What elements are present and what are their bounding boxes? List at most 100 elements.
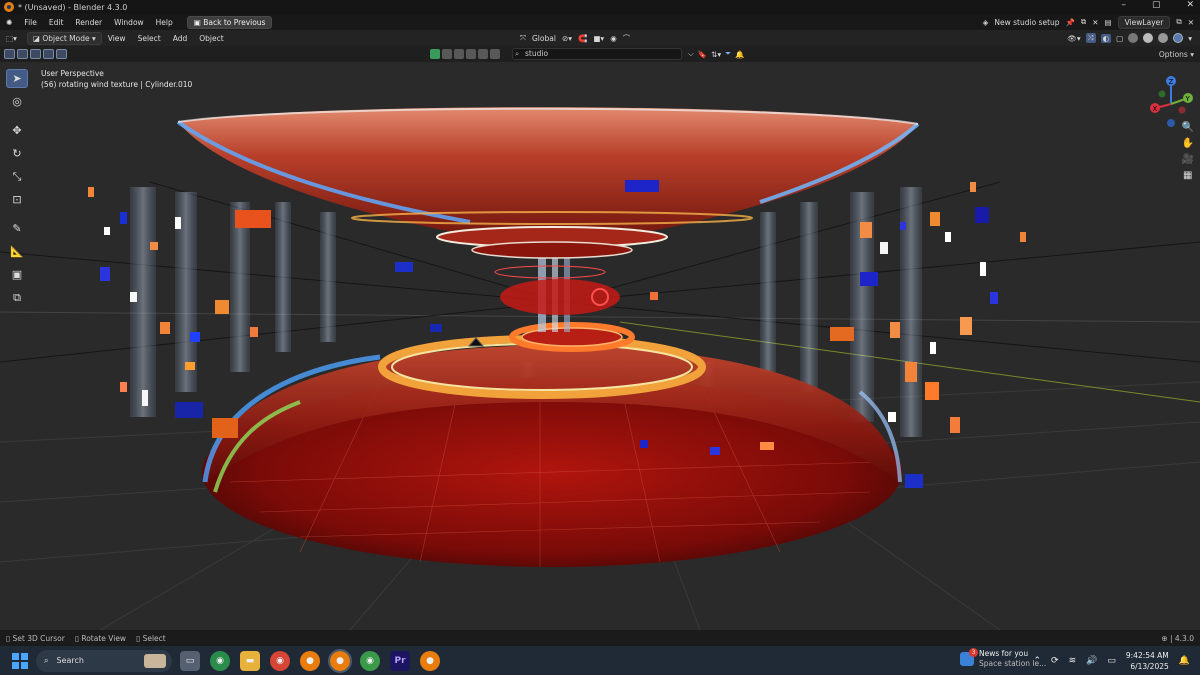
navigation-gizmo[interactable]: Z Y X (1146, 72, 1196, 128)
proportional-edit-icon[interactable]: ◉ (610, 34, 617, 43)
material-shading-icon[interactable] (1158, 33, 1169, 43)
notification-bell-icon[interactable]: 🔔 (735, 50, 744, 59)
camera-icon[interactable]: 🎥 (1182, 154, 1194, 165)
filter-icon-4[interactable] (466, 49, 476, 59)
volume-icon[interactable]: 🔊 (1086, 656, 1097, 666)
perspective-label: User Perspective (41, 69, 104, 78)
3d-viewport[interactable]: User Perspective (56) rotating wind text… (0, 62, 1200, 630)
windows-start-icon[interactable] (12, 652, 28, 669)
filter-funnel-icon[interactable]: ⏷ (725, 49, 731, 59)
select-intersect-icon[interactable] (56, 49, 67, 59)
menu-add[interactable]: Add (167, 34, 194, 43)
menu-object[interactable]: Object (193, 34, 229, 43)
filter-icon-1[interactable] (430, 49, 440, 59)
pivot-icon[interactable]: ⊘▾ (562, 34, 572, 43)
hand-pan-icon[interactable]: ✋ (1182, 138, 1194, 149)
premiere-pro-icon[interactable]: Pr (390, 650, 410, 671)
bookmark-icon[interactable]: 🔖 (698, 50, 707, 59)
menu-view[interactable]: View (102, 34, 132, 43)
back-to-previous-button[interactable]: ▣ Back to Previous (186, 15, 273, 29)
select-invert-icon[interactable] (43, 49, 54, 59)
remove-scene-icon[interactable]: ✕ (1092, 18, 1098, 27)
taskbar-search[interactable]: ⌕ Search (36, 649, 172, 672)
menu-render[interactable]: Render (69, 18, 108, 27)
shading-options-icon[interactable]: ▾ (1188, 34, 1192, 43)
chrome-profile-icon[interactable]: ◉ (210, 650, 230, 671)
blender-taskbar-icon-1[interactable]: ● (300, 650, 320, 671)
sort-icon[interactable]: ⇅▾ (711, 50, 721, 59)
copy-scene-icon[interactable]: ⧉ (1081, 17, 1086, 27)
filter-icon-3[interactable] (454, 49, 464, 59)
scale-tool[interactable]: ⤡ (6, 167, 28, 186)
menu-select[interactable]: Select (132, 34, 167, 43)
xray-icon[interactable]: ▢ (1116, 34, 1123, 43)
filter-icon-5[interactable] (478, 49, 488, 59)
status-hint-cursor-label: Set 3D Cursor (12, 633, 65, 643)
menu-window[interactable]: Window (108, 18, 150, 27)
snap-target-icon[interactable]: ■▾ (593, 34, 604, 43)
notifications-icon[interactable]: 🔔 (1179, 656, 1190, 666)
maximize-button[interactable]: ▢ (1152, 0, 1161, 10)
transform-tool[interactable]: ⊡ (6, 190, 28, 209)
chevron-up-icon[interactable]: ⌃ (1034, 656, 1042, 666)
viewport-scene[interactable] (0, 62, 1200, 630)
gizmo-y-label: Y (1185, 95, 1191, 103)
close-button[interactable]: ✕ (1186, 0, 1194, 10)
search-field[interactable]: ⌕ studio (512, 48, 682, 60)
snap-icon[interactable]: 🧲 (578, 34, 587, 43)
task-view-icon[interactable]: ▭ (180, 650, 200, 671)
pin-icon[interactable]: 📌 (1066, 18, 1075, 27)
add-cube-tool[interactable]: ▣ (6, 265, 28, 284)
select-extend-icon[interactable] (17, 49, 28, 59)
select-new-icon[interactable] (4, 49, 15, 59)
chrome-profile-icon-2[interactable]: ◉ (360, 650, 380, 671)
options-menu[interactable]: Options ▾ (1159, 50, 1194, 59)
filter-icon-6[interactable] (490, 49, 500, 59)
copy-view-layer-icon[interactable]: ⧉ (1176, 17, 1181, 27)
chrome-icon[interactable]: ◉ (270, 650, 290, 671)
cursor-tool[interactable]: ◎ (6, 92, 28, 111)
mode-selector[interactable]: ◪ Object Mode ▾ (26, 31, 102, 45)
battery-icon[interactable]: ▭ (1107, 656, 1116, 666)
menu-help[interactable]: Help (150, 18, 179, 27)
view-layer-icon[interactable]: ▤ (1105, 18, 1112, 27)
falloff-icon[interactable]: ⌒ (623, 33, 631, 44)
select-subtract-icon[interactable] (30, 49, 41, 59)
status-hint-cursor: ▯ Set 3D Cursor (6, 634, 65, 643)
sync-icon[interactable]: ⟳ (1051, 656, 1059, 666)
menu-edit[interactable]: Edit (43, 18, 70, 27)
transform-orientation-selector[interactable]: Global (532, 34, 556, 43)
clock[interactable]: 9:42:54 AM 6/13/2025 (1126, 650, 1169, 672)
selection-mode-buttons (4, 49, 67, 59)
scene-selector[interactable]: New studio setup (994, 18, 1059, 27)
minimize-button[interactable]: – (1121, 0, 1126, 10)
menu-file[interactable]: File (18, 18, 43, 27)
overlay-toggle-icon[interactable]: ◐ (1100, 33, 1112, 43)
blender-menu-icon[interactable]: ✺ (0, 18, 18, 27)
grid-view-icon[interactable]: ▦ (1183, 170, 1192, 181)
rendered-shading-icon[interactable] (1173, 33, 1184, 43)
clear-search-icon[interactable]: ⌵ (688, 49, 694, 59)
select-box-tool[interactable]: ➤ (6, 69, 28, 88)
zoom-icon[interactable]: 🔍 (1182, 122, 1194, 133)
search-highlight-icon (144, 653, 166, 668)
visibility-icon[interactable]: 👁▾ (1067, 34, 1080, 43)
wireframe-shading-icon[interactable] (1128, 33, 1139, 43)
scene-icon[interactable]: ◈ (983, 18, 989, 27)
blender-taskbar-icon-2[interactable]: ● (328, 648, 352, 673)
measure-tool[interactable]: 📐 (6, 242, 28, 261)
solid-shading-icon[interactable] (1143, 33, 1154, 43)
rotate-tool[interactable]: ↻ (6, 144, 28, 163)
editor-type-icon[interactable]: ⬚▾ (0, 34, 23, 43)
extrude-tool[interactable]: ⧉ (6, 288, 28, 307)
filter-icon-2[interactable] (442, 49, 452, 59)
blender-taskbar-icon-3[interactable]: ● (420, 650, 440, 671)
file-explorer-icon[interactable]: ▬ (240, 650, 260, 671)
annotate-tool[interactable]: ✎ (6, 219, 28, 238)
options-label: Options (1158, 49, 1188, 59)
gizmo-toggle-icon[interactable]: ⤨ (1085, 33, 1096, 43)
view-layer-selector[interactable]: ViewLayer (1117, 15, 1171, 29)
move-tool[interactable]: ✥ (6, 121, 28, 140)
remove-view-layer-icon[interactable]: ✕ (1188, 18, 1194, 27)
wifi-icon[interactable]: ≋ (1069, 656, 1077, 666)
